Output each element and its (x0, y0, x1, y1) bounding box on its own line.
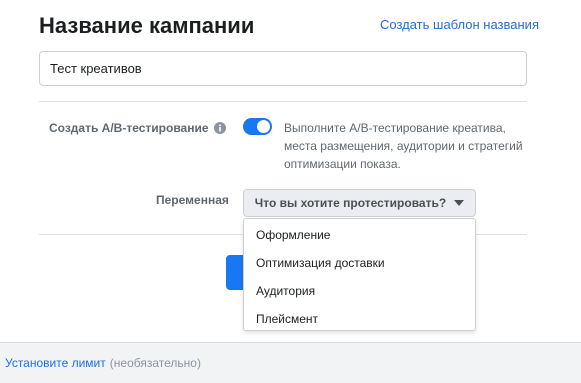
menu-item-placement[interactable]: Плейсмент (244, 305, 475, 333)
menu-item-delivery-optimization[interactable]: Оптимизация доставки (244, 249, 475, 277)
ab-test-label-row: Создать A/B-тестирование (49, 121, 226, 135)
toggle-knob (257, 120, 270, 133)
section-divider (39, 101, 527, 102)
ab-test-label: Создать A/B-тестирование (49, 121, 209, 135)
variable-dropdown[interactable]: Что вы хотите протестировать? (243, 189, 476, 217)
footer-bar: Установите лимит (необязательно) (0, 342, 581, 383)
ab-test-description: Выполните A/B-тестирование креатива, мес… (284, 121, 523, 171)
campaign-name-input[interactable] (39, 51, 527, 86)
info-icon[interactable] (213, 122, 226, 134)
ab-test-toggle[interactable] (243, 118, 272, 135)
create-name-template-link[interactable]: Создать шаблон названия (380, 17, 539, 32)
optional-note: (необязательно) (109, 356, 201, 370)
caret-down-icon (454, 200, 465, 206)
menu-item-creative[interactable]: Оформление (244, 221, 475, 249)
variable-label: Переменная (156, 193, 229, 207)
variable-dropdown-label: Что вы хотите протестировать? (254, 196, 447, 210)
variable-dropdown-menu: Оформление Оптимизация доставки Аудитори… (243, 218, 476, 331)
menu-item-audience[interactable]: Аудитория (244, 277, 475, 305)
set-limit-link[interactable]: Установите лимит (5, 356, 106, 370)
campaign-name-heading: Название кампании (39, 13, 255, 38)
campaign-settings-panel: Название кампании Создать шаблон названи… (0, 0, 581, 383)
